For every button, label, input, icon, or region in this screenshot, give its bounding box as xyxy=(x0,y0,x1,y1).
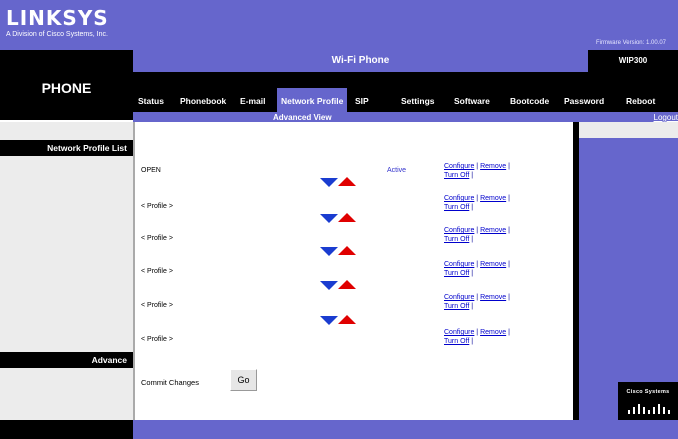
footer-left xyxy=(0,420,133,439)
move-down-arrow-icon[interactable] xyxy=(320,316,338,325)
move-down-arrow-icon[interactable] xyxy=(320,281,338,290)
menu-item-bootcode[interactable]: Bootcode xyxy=(510,96,549,106)
cisco-logo-text: Cisco Systems xyxy=(626,389,670,395)
configure-link[interactable]: Configure xyxy=(444,195,474,202)
move-up-arrow-icon[interactable] xyxy=(338,315,356,324)
profile-name: OPEN xyxy=(141,167,161,174)
page: LINKSYS A Division of Cisco Systems, Inc… xyxy=(0,0,678,439)
section-network-profile-list: Network Profile List xyxy=(0,140,133,156)
menu-item-sip[interactable]: SIP xyxy=(355,96,369,106)
turn-off-link[interactable]: Turn Off xyxy=(444,172,469,179)
menu-item-network-profile[interactable]: Network Profile xyxy=(277,88,348,112)
turn-off-link[interactable]: Turn Off xyxy=(444,236,469,243)
main-menu: Status Phonebook E-mail Network Profile … xyxy=(133,72,678,112)
product-title: PHONE xyxy=(41,80,92,96)
move-up-arrow-icon[interactable] xyxy=(338,177,356,186)
remove-link[interactable]: Remove xyxy=(480,227,506,234)
top-header: LINKSYS A Division of Cisco Systems, Inc… xyxy=(0,0,678,50)
turn-off-link[interactable]: Turn Off xyxy=(444,204,469,211)
menu-item-password[interactable]: Password xyxy=(564,96,604,106)
go-button[interactable]: Go xyxy=(230,369,257,391)
reorder-arrows xyxy=(320,213,356,223)
decor-edge xyxy=(573,122,579,420)
firmware-version: Firmware Version: 1.00.07 xyxy=(595,40,666,46)
profile-name: < Profile > xyxy=(141,302,173,309)
cisco-logo: Cisco Systems xyxy=(618,382,678,420)
model-box: WIP300 xyxy=(588,50,678,72)
logout-link[interactable]: Logout xyxy=(654,113,678,122)
reorder-arrows xyxy=(320,280,356,290)
remove-link[interactable]: Remove xyxy=(480,163,506,170)
menu-item-phonebook[interactable]: Phonebook xyxy=(180,96,226,106)
advanced-view-label: Advanced View xyxy=(273,113,332,122)
right-decor-panel xyxy=(573,122,678,420)
menu-item-reboot[interactable]: Reboot xyxy=(626,96,655,106)
commit-changes-label: Commit Changes xyxy=(141,378,199,387)
profile-actions: Configure | Remove | Turn Off | xyxy=(444,163,510,179)
remove-link[interactable]: Remove xyxy=(480,329,506,336)
menu-item-software[interactable]: Software xyxy=(454,96,490,106)
profile-name: < Profile > xyxy=(141,203,173,210)
turn-off-link[interactable]: Turn Off xyxy=(444,270,469,277)
cisco-bars-icon xyxy=(626,400,670,414)
decor-shade xyxy=(573,122,678,138)
configure-link[interactable]: Configure xyxy=(444,163,474,170)
profile-name: < Profile > xyxy=(141,268,173,275)
footer-bar xyxy=(133,420,678,439)
sub-bar: Advanced View xyxy=(133,112,678,122)
page-title: Wi-Fi Phone xyxy=(331,55,390,66)
move-up-arrow-icon[interactable] xyxy=(338,213,356,222)
move-up-arrow-icon[interactable] xyxy=(338,280,356,289)
menu-item-email[interactable]: E-mail xyxy=(240,96,266,106)
section-advance: Advance xyxy=(0,352,133,368)
configure-link[interactable]: Configure xyxy=(444,294,474,301)
reorder-arrows xyxy=(320,315,356,325)
profile-actions: Configure | Remove | Turn Off | xyxy=(444,329,510,345)
profile-name: < Profile > xyxy=(141,336,173,343)
logo-subtitle: A Division of Cisco Systems, Inc. xyxy=(6,31,108,38)
model-label: WIP300 xyxy=(618,56,648,65)
profile-status: Active xyxy=(387,167,407,174)
title-bar: Wi-Fi Phone WIP300 xyxy=(133,50,678,72)
turn-off-link[interactable]: Turn Off xyxy=(444,338,469,345)
move-down-arrow-icon[interactable] xyxy=(320,178,338,187)
turn-off-link[interactable]: Turn Off xyxy=(444,303,469,310)
reorder-arrows xyxy=(320,177,356,187)
move-down-arrow-icon[interactable] xyxy=(320,247,338,256)
profile-list-content: OPEN Active Configure | Remove | Turn Of… xyxy=(133,122,573,420)
menu-item-status[interactable]: Status xyxy=(138,96,164,106)
linksys-logo: LINKSYS xyxy=(6,6,109,30)
configure-link[interactable]: Configure xyxy=(444,329,474,336)
profile-actions: Configure | Remove | Turn Off | xyxy=(444,261,510,277)
move-up-arrow-icon[interactable] xyxy=(338,246,356,255)
configure-link[interactable]: Configure xyxy=(444,261,474,268)
remove-link[interactable]: Remove xyxy=(480,294,506,301)
menu-item-settings[interactable]: Settings xyxy=(401,96,435,106)
profile-name: < Profile > xyxy=(141,235,173,242)
configure-link[interactable]: Configure xyxy=(444,227,474,234)
profile-actions: Configure | Remove | Turn Off | xyxy=(444,294,510,310)
product-panel: PHONE xyxy=(0,50,133,120)
reorder-arrows xyxy=(320,246,356,256)
left-column: Network Profile List Advance xyxy=(0,122,133,420)
move-down-arrow-icon[interactable] xyxy=(320,214,338,223)
profile-actions: Configure | Remove | Turn Off | xyxy=(444,227,510,243)
remove-link[interactable]: Remove xyxy=(480,261,506,268)
profile-actions: Configure | Remove | Turn Off | xyxy=(444,195,510,211)
remove-link[interactable]: Remove xyxy=(480,195,506,202)
